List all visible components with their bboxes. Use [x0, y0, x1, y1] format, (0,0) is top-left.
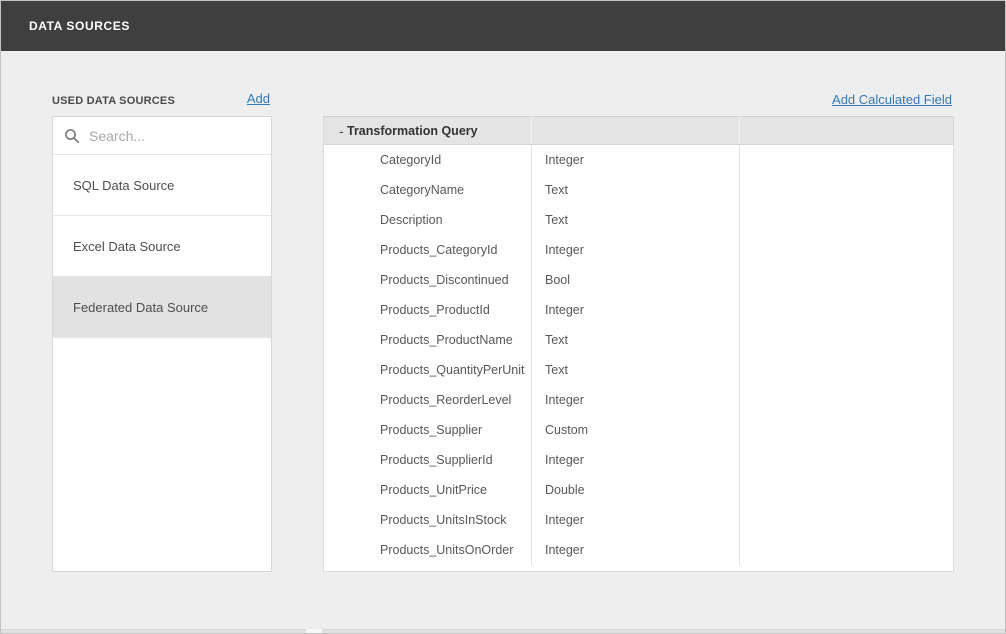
field-extra-cell	[739, 505, 953, 535]
field-extra-cell	[739, 175, 953, 205]
type-header-cell	[531, 117, 739, 144]
field-row[interactable]: Products_UnitPrice Double	[324, 475, 953, 505]
field-extra-cell	[739, 145, 953, 175]
field-extra-cell	[739, 205, 953, 235]
field-row[interactable]: Products_ProductName Text	[324, 325, 953, 355]
bottom-panel-edge-left	[1, 629, 306, 633]
used-data-sources-label: USED DATA SOURCES	[52, 95, 175, 107]
field-row[interactable]: CategoryName Text	[324, 175, 953, 205]
data-sources-page: DATA SOURCES USED DATA SOURCES Add Add C…	[0, 0, 1006, 634]
field-row[interactable]: CategoryId Integer	[324, 145, 953, 175]
data-source-list-item[interactable]: SQL Data Source	[53, 155, 271, 216]
field-type: Integer	[531, 535, 739, 565]
field-row[interactable]: Products_CategoryId Integer	[324, 235, 953, 265]
field-row[interactable]: Products_ReorderLevel Integer	[324, 385, 953, 415]
search-input[interactable]	[89, 127, 259, 144]
field-row[interactable]: Description Text	[324, 205, 953, 235]
add-calculated-field-link[interactable]: Add Calculated Field	[832, 92, 952, 107]
field-extra-cell	[739, 355, 953, 385]
field-row[interactable]: Products_QuantityPerUnit Text	[324, 355, 953, 385]
field-name: Products_CategoryId	[380, 243, 498, 257]
data-source-label: SQL Data Source	[73, 177, 175, 193]
data-source-list-item[interactable]: Excel Data Source	[53, 216, 271, 277]
search-box[interactable]	[53, 117, 271, 155]
data-source-list-panel: SQL Data Source Excel Data Source Federa…	[52, 116, 272, 572]
field-name: Description	[380, 213, 443, 227]
field-name: Products_ReorderLevel	[380, 393, 512, 407]
field-extra-cell	[739, 385, 953, 415]
field-row[interactable]: Products_UnitsInStock Integer	[324, 505, 953, 535]
field-extra-cell	[739, 475, 953, 505]
field-type: Custom	[531, 415, 739, 445]
page-title: DATA SOURCES	[29, 19, 130, 33]
field-type: Double	[531, 475, 739, 505]
field-row[interactable]: Products_SupplierId Integer	[324, 445, 953, 475]
collapse-icon[interactable]: -	[324, 123, 347, 139]
field-name: CategoryId	[380, 153, 442, 167]
field-extra-cell	[739, 535, 953, 565]
data-source-label: Excel Data Source	[73, 238, 181, 254]
field-extra-cell	[739, 265, 953, 295]
field-type: Integer	[531, 295, 739, 325]
field-type: Integer	[531, 235, 739, 265]
field-name: Products_Supplier	[380, 423, 483, 437]
field-extra-cell	[739, 235, 953, 265]
field-type: Integer	[531, 145, 739, 175]
field-type: Text	[531, 325, 739, 355]
field-type: Text	[531, 175, 739, 205]
query-group-header[interactable]: - Transformation Query	[324, 117, 953, 145]
field-type: Integer	[531, 385, 739, 415]
field-type: Bool	[531, 265, 739, 295]
field-type: Text	[531, 355, 739, 385]
data-source-label: Federated Data Source	[73, 299, 209, 315]
field-name: CategoryName	[380, 183, 465, 197]
field-row[interactable]: Products_Supplier Custom	[324, 415, 953, 445]
extra-header-cell	[739, 117, 953, 144]
field-name: Products_ProductName	[380, 333, 513, 347]
field-name: Products_SupplierId	[380, 453, 493, 467]
field-row[interactable]: Products_ProductId Integer	[324, 295, 953, 325]
add-data-source-link[interactable]: Add	[247, 91, 270, 106]
field-list-table: - Transformation Query CategoryId Intege…	[323, 116, 954, 572]
query-group-cell: - Transformation Query	[324, 117, 531, 144]
field-row[interactable]: Products_UnitsOnOrder Integer	[324, 535, 953, 565]
field-name: Products_UnitPrice	[380, 483, 487, 497]
field-name: Products_QuantityPerUnit	[380, 363, 525, 377]
field-name: Products_UnitsOnOrder	[380, 543, 514, 557]
bottom-panel-gap	[306, 629, 322, 633]
field-extra-cell	[739, 415, 953, 445]
field-type: Text	[531, 205, 739, 235]
field-row[interactable]: Products_Discontinued Bool	[324, 265, 953, 295]
field-type: Integer	[531, 505, 739, 535]
page-header: DATA SOURCES	[1, 1, 1005, 51]
field-type: Integer	[531, 445, 739, 475]
bottom-panel-edge-right	[322, 629, 1005, 633]
query-group-title: Transformation Query	[347, 123, 478, 138]
field-extra-cell	[739, 325, 953, 355]
field-name: Products_Discontinued	[380, 273, 509, 287]
field-name: Products_ProductId	[380, 303, 490, 317]
field-extra-cell	[739, 445, 953, 475]
data-source-list-item[interactable]: Federated Data Source	[53, 277, 271, 338]
search-icon	[65, 128, 80, 143]
field-name: Products_UnitsInStock	[380, 513, 507, 527]
field-extra-cell	[739, 295, 953, 325]
